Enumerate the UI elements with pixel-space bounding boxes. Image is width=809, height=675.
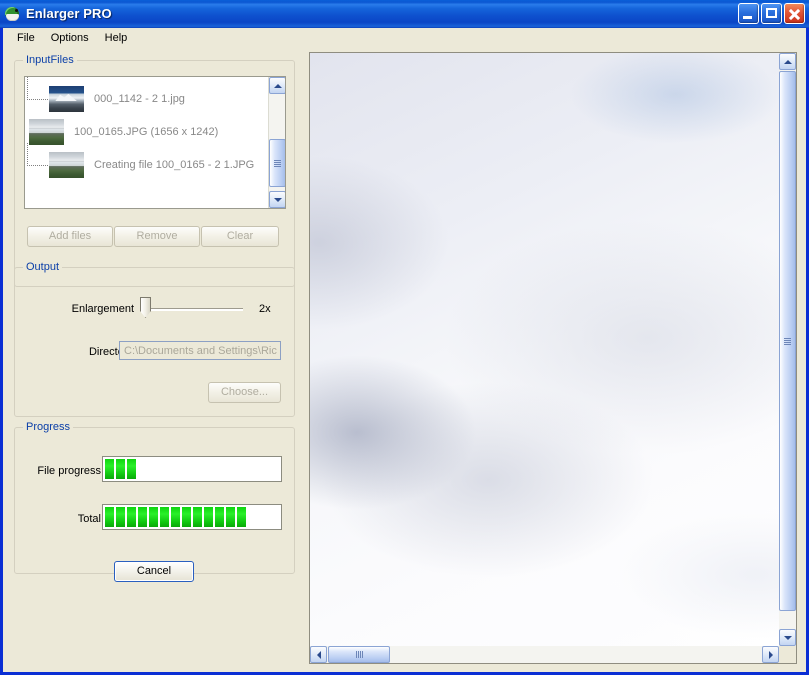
preview-vertical-scrollbar[interactable] — [779, 53, 796, 646]
scroll-down-icon[interactable] — [269, 191, 285, 208]
enlargement-slider-track[interactable] — [142, 308, 243, 311]
remove-button[interactable]: Remove — [114, 226, 200, 247]
scroll-up-icon[interactable] — [779, 53, 796, 70]
progress-group-title: Progress — [23, 421, 74, 433]
application-window: Enlarger PRO File Options Help InputFile… — [0, 0, 809, 675]
list-item-label: 000_1142 - 2 1.jpg — [94, 93, 185, 105]
maximize-button[interactable] — [761, 3, 782, 24]
progress-block — [105, 459, 114, 479]
cancel-button[interactable]: Cancel — [114, 561, 194, 582]
progress-block — [182, 507, 191, 527]
progress-block — [193, 507, 202, 527]
file-progress-fill — [105, 459, 279, 479]
progress-block — [127, 507, 136, 527]
progress-block — [160, 507, 169, 527]
list-item-label: Creating file 100_0165 - 2 1.JPG — [94, 159, 255, 171]
minimize-button[interactable] — [738, 3, 759, 24]
scrollbar-corner — [779, 646, 796, 663]
enlargement-value: 2x — [259, 303, 271, 315]
progress-block — [215, 507, 224, 527]
input-files-tree-content: 000_1142 - 2 1.jpg 100_0165.JPG (1656 x … — [25, 77, 268, 208]
tree-connector-icon — [27, 77, 50, 100]
file-progress-bar — [102, 456, 282, 482]
preview-horizontal-scrollbar[interactable] — [310, 646, 779, 663]
choose-button[interactable]: Choose... — [208, 382, 281, 403]
scroll-right-icon[interactable] — [762, 646, 779, 663]
scroll-up-icon[interactable] — [269, 77, 285, 94]
enlargement-label: Enlargement — [71, 303, 134, 315]
list-item[interactable]: 100_0165.JPG (1656 x 1242) — [29, 116, 218, 148]
window-title: Enlarger PRO — [26, 6, 112, 21]
scroll-left-icon[interactable] — [310, 646, 327, 663]
window-controls — [738, 3, 805, 24]
progress-block — [127, 459, 136, 479]
total-progress-label: Total — [77, 513, 101, 525]
add-files-button[interactable]: Add files — [27, 226, 113, 247]
list-item-label: 100_0165.JPG (1656 x 1242) — [74, 126, 219, 138]
progress-block — [226, 507, 235, 527]
scroll-down-icon[interactable] — [779, 629, 796, 646]
file-progress-label: File progress — [37, 465, 101, 477]
input-files-group-title: InputFiles — [23, 54, 77, 66]
photo-landscape-thumb — [49, 152, 84, 178]
progress-block — [149, 507, 158, 527]
menu-bar: File Options Help — [3, 28, 806, 49]
tree-vertical-scrollbar[interactable] — [268, 77, 285, 208]
clear-button[interactable]: Clear — [201, 226, 279, 247]
output-group-title: Output — [23, 261, 63, 273]
preview-image — [310, 53, 779, 646]
progress-block — [237, 507, 246, 527]
tree-scrollbar-thumb[interactable] — [269, 139, 285, 187]
preview-hscrollbar-thumb[interactable] — [328, 646, 390, 663]
progress-block — [204, 507, 213, 527]
total-progress-bar — [102, 504, 282, 530]
photo-landscape-thumb — [29, 119, 64, 145]
preview-vscrollbar-thumb[interactable] — [779, 71, 796, 611]
turtle-icon — [4, 6, 21, 23]
progress-block — [105, 507, 114, 527]
photo-mountain-thumb — [49, 86, 84, 112]
progress-group: Progress — [14, 421, 295, 574]
tree-connector-icon — [27, 143, 50, 166]
input-files-tree[interactable]: 000_1142 - 2 1.jpg 100_0165.JPG (1656 x … — [24, 76, 286, 209]
list-item[interactable]: 000_1142 - 2 1.jpg — [27, 77, 185, 115]
menu-item-options[interactable]: Options — [43, 30, 97, 48]
menu-item-file[interactable]: File — [9, 30, 43, 48]
close-button[interactable] — [784, 3, 805, 24]
title-bar: Enlarger PRO — [0, 0, 809, 28]
image-preview-pane[interactable] — [309, 52, 797, 664]
menu-item-help[interactable]: Help — [97, 30, 136, 48]
progress-block — [171, 507, 180, 527]
progress-block — [116, 459, 125, 479]
total-progress-fill — [105, 507, 279, 527]
client-area: File Options Help InputFiles 000_1142 - … — [3, 28, 806, 672]
progress-block — [138, 507, 147, 527]
progress-block — [116, 507, 125, 527]
directory-field[interactable]: C:\Documents and Settings\Ric — [119, 341, 281, 360]
list-item[interactable]: Creating file 100_0165 - 2 1.JPG — [27, 143, 255, 181]
